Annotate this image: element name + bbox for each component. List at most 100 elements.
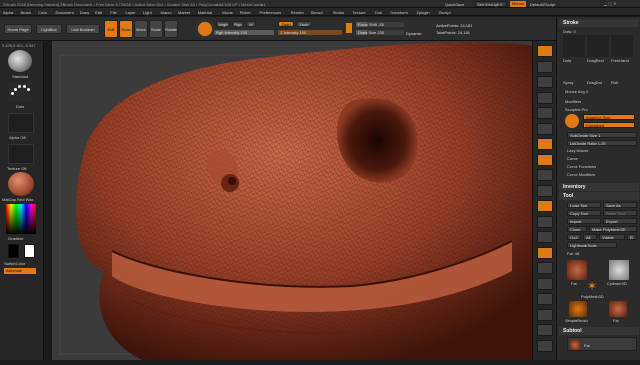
sculpt-viewport[interactable] [52, 41, 532, 361]
view-scroll-button[interactable] [537, 76, 553, 88]
menu-marker[interactable]: Marker [178, 10, 190, 15]
import-button[interactable]: Import [567, 218, 601, 224]
draw-mode-button[interactable]: Draw [119, 20, 133, 38]
view-zoom-button[interactable] [537, 91, 553, 104]
stroke-type-freehand[interactable]: FreeHand [611, 58, 629, 63]
lightbox-tools-button[interactable]: Lightbox▸Tools [567, 242, 617, 248]
menu-zscript[interactable]: Zscript [439, 10, 451, 15]
sculptris-pro-icon[interactable] [565, 114, 579, 128]
stroke-palette-header[interactable]: Stroke [559, 19, 639, 27]
view-rotate-button[interactable] [537, 262, 553, 274]
stroke-type-roll[interactable]: Roll [611, 80, 618, 85]
brush-thumbnail-icon[interactable] [8, 50, 32, 72]
stroke-type-dragrect[interactable]: DragRect [587, 58, 604, 63]
document-canvas[interactable] [52, 41, 532, 361]
view-persp-button[interactable] [537, 138, 553, 150]
view-scale-button[interactable] [537, 246, 553, 259]
stroke-type-dragdot[interactable]: DragDot [587, 80, 602, 85]
rotate-mode-button[interactable]: Rotate [164, 20, 178, 38]
view-line-fill-polyf-button[interactable] [537, 277, 553, 290]
view-frame-button[interactable] [537, 215, 553, 228]
make-polymesh-button[interactable]: Make PolyMesh3D [589, 226, 637, 232]
adaptive-size-button[interactable]: Adaptive Size [583, 114, 635, 120]
menu-stencil[interactable]: Stencil [311, 10, 323, 15]
window-controls[interactable]: ▁ ▢ ✕ [604, 1, 616, 6]
menu-movie[interactable]: Movie [222, 10, 233, 15]
tool-thumb-simplebrush[interactable] [569, 301, 587, 317]
switch-color-button[interactable]: SwitchColor [4, 261, 25, 266]
home-page-button[interactable]: Home Page [4, 24, 32, 34]
view-l-sym-button[interactable] [537, 184, 553, 197]
rgb-button[interactable]: Rgb [232, 21, 244, 27]
polymesh-star-icon[interactable]: ✶ [587, 279, 605, 293]
main-color-swatch[interactable] [8, 244, 19, 258]
view-xpose-button[interactable] [537, 339, 553, 352]
dynamic-button[interactable]: Dynamic [406, 31, 422, 36]
alpha-thumbnail[interactable] [8, 113, 34, 133]
mrgb-button[interactable]: Mrgb [216, 21, 230, 27]
menu-picker[interactable]: Picker [240, 10, 251, 15]
menu-tool[interactable]: Tool [375, 10, 382, 15]
view-move-button[interactable] [537, 231, 553, 243]
stroke-dots-icon[interactable] [8, 82, 32, 102]
menu-alpha[interactable]: Alpha [3, 10, 13, 15]
brush-icon[interactable] [196, 20, 214, 38]
all-button[interactable]: All [583, 234, 597, 240]
visible-button[interactable]: Visible [599, 234, 625, 240]
menu-edit[interactable]: Edit [95, 10, 102, 15]
menu-light[interactable]: Light [143, 10, 152, 15]
copy-tool-button[interactable]: Copy Tool [567, 210, 601, 216]
view-xyz-button[interactable] [537, 200, 553, 212]
r-button[interactable]: R [627, 234, 637, 240]
scale-mode-button[interactable]: Scale [149, 20, 163, 38]
view-transp-button[interactable] [537, 293, 553, 305]
rgb-intensity-slider[interactable]: Rgb Intensity 100 [214, 30, 274, 35]
menu-transform[interactable]: Transform [390, 10, 408, 15]
view-local-button[interactable] [537, 169, 553, 181]
combined-button[interactable]: Combined [583, 122, 635, 128]
menu-macro[interactable]: Macro [161, 10, 172, 15]
view-solo-button[interactable] [537, 324, 553, 336]
menu-file[interactable]: File [110, 10, 116, 15]
zsub-button[interactable]: Zsub [296, 21, 312, 27]
secondary-color-swatch[interactable] [24, 244, 35, 258]
curve-modifiers-button[interactable]: Curve Modifiers [567, 172, 595, 177]
lightbox-button[interactable]: LightBox [36, 24, 62, 34]
view-ghost-button[interactable] [537, 308, 553, 321]
subtool-item[interactable]: Fai [567, 337, 637, 351]
inventory-header[interactable]: Inventory [559, 183, 639, 191]
edit-mode-button[interactable]: Edit [104, 20, 118, 38]
menu-preferences[interactable]: Preferences [260, 10, 282, 15]
alternate-button[interactable]: Alternate [4, 268, 36, 274]
texture-thumbnail[interactable] [8, 144, 34, 164]
view-floor-button[interactable] [537, 153, 553, 166]
menu-layer[interactable]: Layer [126, 10, 136, 15]
menu-document[interactable]: Document [56, 10, 74, 15]
draw-size-slider[interactable]: Draw Size 230 [356, 30, 404, 35]
curve-button[interactable]: Curve [567, 156, 578, 161]
see-through-slider[interactable]: See-through 0 [475, 1, 507, 7]
stroke-freehand-icon[interactable] [611, 35, 633, 57]
modifiers-button[interactable]: Modifiers [565, 99, 581, 104]
z-intensity-slider[interactable]: Z Intensity 100 [278, 30, 342, 35]
mouse-avg-slider[interactable]: Mouse Avg 4 [565, 89, 588, 94]
live-boolean-button[interactable]: Live Boolean [66, 24, 100, 34]
tool-palette-header[interactable]: Tool [559, 192, 639, 200]
stroke-dragrect-icon[interactable] [587, 35, 609, 57]
zadd-button[interactable]: Zadd [278, 21, 294, 27]
focal-shift-slider[interactable]: Focal Shift -55 [356, 22, 404, 27]
tool-thumb-cylinder[interactable] [609, 260, 629, 280]
load-tool-button[interactable]: Load Tool [567, 202, 601, 208]
view-spix-3-button[interactable] [537, 60, 553, 73]
subdivide-size-slider[interactable]: SubDivide Size 1 [567, 132, 637, 138]
color-picker[interactable] [6, 204, 36, 234]
menus-button[interactable]: Menus [510, 1, 527, 7]
stroke-type-spray[interactable]: Spray [563, 80, 573, 85]
quicksave-button[interactable]: QuickSave [445, 2, 464, 7]
view-aahalf-button[interactable] [537, 122, 553, 135]
clone-button[interactable]: Clone [567, 226, 587, 232]
view-actual-button[interactable] [537, 107, 553, 119]
save-as-button[interactable]: Save As [603, 202, 637, 208]
material-thumbnail-icon[interactable] [8, 172, 34, 196]
subtool-header[interactable]: Subtool [559, 327, 639, 335]
